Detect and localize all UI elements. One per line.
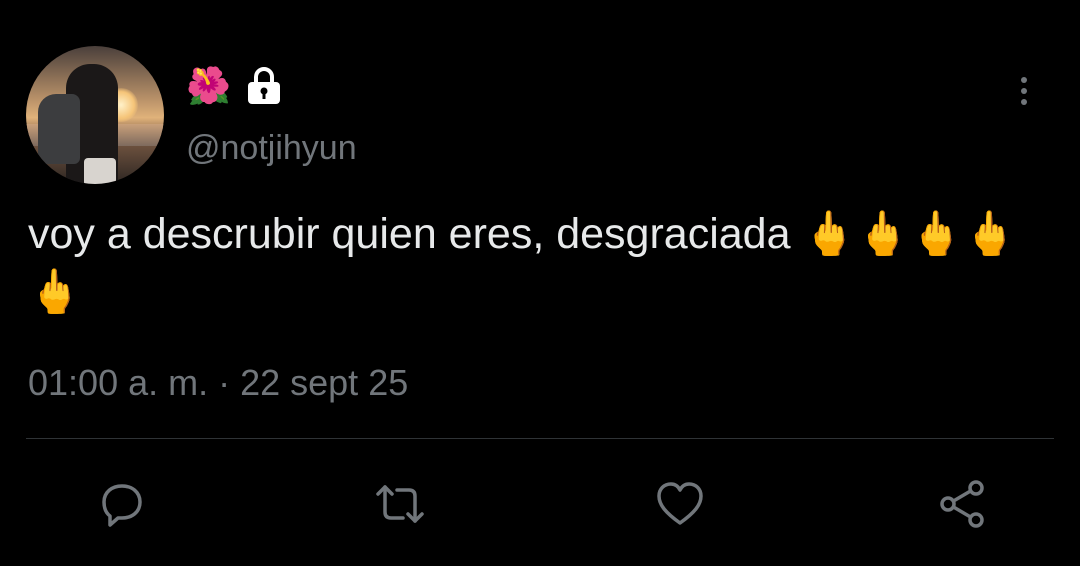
display-name-row[interactable]: 🌺 <box>186 64 283 108</box>
retweet-button[interactable] <box>374 478 426 530</box>
reply-button[interactable] <box>96 478 148 530</box>
retweet-icon <box>376 485 424 523</box>
avatar[interactable] <box>26 46 164 184</box>
user-handle[interactable]: @notjihyun <box>186 129 357 168</box>
tweet-timestamp[interactable]: 01:00 a. m. · 22 sept 25 <box>28 362 408 404</box>
display-name-emoji: 🌺 <box>186 65 231 106</box>
reply-icon <box>102 484 142 527</box>
like-icon <box>657 482 703 525</box>
more-dot <box>1021 88 1027 94</box>
divider <box>26 438 1054 439</box>
avatar-skirt <box>84 158 116 184</box>
tweet-text: voy a descrubir quien eres, desgraciada … <box>28 210 1017 316</box>
avatar-jacket <box>38 94 80 164</box>
more-dot <box>1021 77 1027 83</box>
more-options-icon[interactable] <box>1010 72 1038 110</box>
lock-icon <box>245 66 283 106</box>
share-icon <box>940 480 984 528</box>
like-button[interactable] <box>654 478 706 530</box>
more-dot <box>1021 99 1027 105</box>
share-button[interactable] <box>936 478 988 530</box>
